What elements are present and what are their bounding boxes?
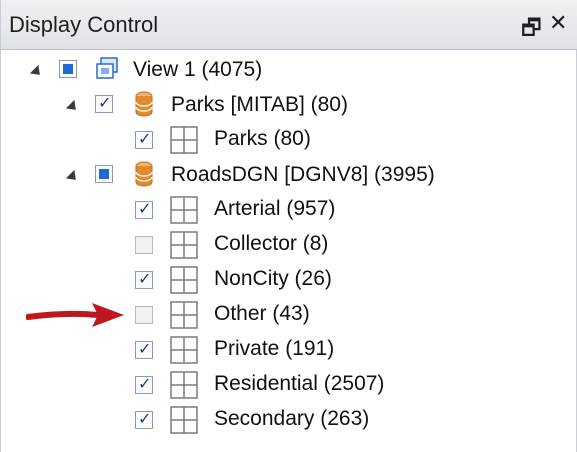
style-grid-icon [169,195,199,225]
panel-title: Display Control [9,12,159,37]
style-grid-icon [169,300,199,330]
roads-item-label: Private (191) [214,337,335,360]
roads-item-checkbox[interactable] [135,339,153,359]
display-control-panel: Display Control 🗗 ✕ View 1 (4075) Parks … [0,0,577,452]
roads-item-checkbox[interactable] [135,269,153,289]
roads-item-label: Collector (8) [214,232,329,255]
roads-item-checkbox[interactable] [135,236,153,254]
parks-item-label: Parks (80) [214,127,311,150]
style-grid-icon [169,125,199,155]
float-window-icon[interactable]: 🗗 [521,11,542,49]
roads-item-checkbox[interactable] [135,306,153,324]
database-icon [135,161,153,187]
style-grid-icon [169,230,199,260]
roads-item-label: Arterial (957) [214,197,336,220]
roads-item-label: Secondary (263) [214,407,370,430]
style-grid-icon [169,405,199,435]
view-label: View 1 (4075) [133,58,263,81]
style-grid-icon [169,265,199,295]
expand-view-icon[interactable] [29,64,45,80]
parks-layer-checkbox[interactable] [95,93,113,113]
parks-item-checkbox[interactable] [135,129,153,149]
roads-layer-label: RoadsDGN [DGNV8] (3995) [171,163,435,186]
roads-layer-checkbox[interactable] [95,165,113,183]
expand-parks-icon[interactable] [65,99,81,115]
expand-roads-icon[interactable] [65,169,81,185]
roads-item-checkbox[interactable] [135,409,153,429]
view-icon [96,57,118,79]
style-grid-icon [169,370,199,400]
roads-item-label: Residential (2507) [214,372,385,395]
roads-item-checkbox[interactable] [135,199,153,219]
panel-titlebar: Display Control 🗗 ✕ [1,0,577,50]
roads-item-label: NonCity (26) [214,267,332,290]
annotation-arrow-icon [26,303,124,327]
view-checkbox[interactable] [59,60,77,78]
close-icon[interactable]: ✕ [549,11,567,36]
style-grid-icon [169,335,199,365]
parks-layer-label: Parks [MITAB] (80) [171,93,348,116]
roads-item-checkbox[interactable] [135,374,153,394]
roads-item-label: Other (43) [214,302,310,325]
database-icon [135,91,153,117]
